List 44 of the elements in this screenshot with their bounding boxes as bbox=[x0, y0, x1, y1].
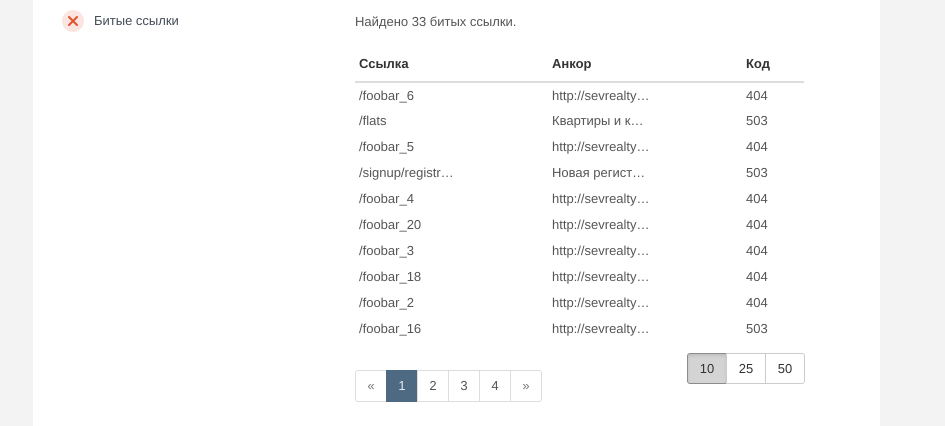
page-button[interactable]: 2 bbox=[417, 370, 449, 402]
table-cell-text: /foobar_5 bbox=[358, 138, 415, 156]
column-header: Анкор bbox=[548, 47, 742, 82]
page-button[interactable]: 1 bbox=[386, 370, 418, 402]
table-cell-text: /foobar_2 bbox=[358, 294, 415, 312]
page-button[interactable]: « bbox=[355, 370, 387, 402]
page-size-button[interactable]: 50 bbox=[765, 353, 805, 384]
table-cell-text: http://sevrealty… bbox=[551, 294, 651, 312]
page-button[interactable]: 3 bbox=[448, 370, 480, 402]
table-cell: http://sevrealty… bbox=[548, 82, 742, 108]
table-cell-text: /foobar_18 bbox=[358, 268, 422, 286]
page-size-button[interactable]: 25 bbox=[726, 353, 766, 384]
table-cell: 404 bbox=[742, 82, 804, 108]
table-cell-text: 404 bbox=[745, 216, 769, 234]
table-cell-text: http://sevrealty… bbox=[551, 138, 651, 156]
table-cell-text: 404 bbox=[745, 138, 769, 156]
table-cell-text: http://sevrealty… bbox=[551, 320, 651, 338]
table-cell-text: /foobar_4 bbox=[358, 190, 415, 208]
table-cell-text: http://sevrealty… bbox=[551, 216, 651, 234]
table-cell-text: 503 bbox=[745, 320, 769, 338]
table-cell-text: /signup/registr… bbox=[358, 164, 455, 182]
table-cell-text: /flats bbox=[358, 112, 388, 130]
page-button[interactable]: » bbox=[510, 370, 542, 402]
check-title: Битые ссылки bbox=[94, 12, 179, 30]
table-cell-text: /foobar_20 bbox=[358, 216, 422, 234]
table-cell-text: 404 bbox=[745, 268, 769, 286]
table-cell: /foobar_6 bbox=[355, 82, 548, 108]
table-cell-text: http://sevrealty… bbox=[551, 268, 651, 286]
summary-text: Найдено 33 битых ссылки. bbox=[355, 13, 518, 31]
table-cell-text: 404 bbox=[745, 294, 769, 312]
page-size-button[interactable]: 10 bbox=[687, 353, 727, 384]
column-header: Ссылка bbox=[355, 47, 548, 82]
table-cell-text: Квартиры и к… bbox=[551, 112, 644, 130]
table-cell-text: 503 bbox=[745, 164, 769, 182]
table-cell-text: 404 bbox=[745, 242, 769, 260]
table-cell-text: 404 bbox=[745, 190, 769, 208]
table-cell-text: Новая регист… bbox=[551, 164, 646, 182]
table-cell-text: /foobar_3 bbox=[358, 242, 415, 260]
column-header: Код bbox=[742, 47, 804, 82]
page-button[interactable]: 4 bbox=[479, 370, 511, 402]
table-cell-text: 503 bbox=[745, 112, 769, 130]
table-cell-text: /foobar_16 bbox=[358, 320, 422, 338]
table-cell-text: http://sevrealty… bbox=[551, 190, 651, 208]
table-cell-text: http://sevrealty… bbox=[551, 242, 651, 260]
